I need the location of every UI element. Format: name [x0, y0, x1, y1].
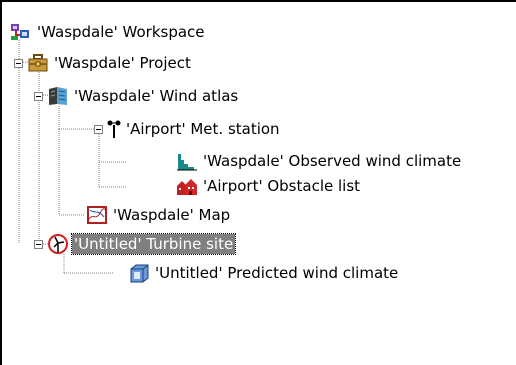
tree-item-label: 'Airport' Met. station — [126, 120, 280, 138]
tree-item-observed-wind-climate[interactable]: 'Waspdale' Observed wind climate — [176, 149, 463, 173]
tree-item-workspace[interactable]: 'Waspdale' Workspace — [10, 20, 207, 44]
histogram-icon — [176, 151, 198, 171]
project-tree-view[interactable]: 'Waspdale' Workspace 'Waspdale' Project … — [0, 0, 516, 365]
collapse-toggle[interactable] — [94, 124, 103, 134]
briefcase-icon — [27, 53, 49, 73]
workspace-icon — [10, 22, 32, 42]
tree-item-wind-atlas[interactable]: 'Waspdale' Wind atlas — [34, 84, 240, 108]
tree-item-obstacle-list[interactable]: 'Airport' Obstacle list — [176, 174, 362, 198]
tree-item-label: 'Waspdale' Observed wind climate — [203, 152, 462, 170]
tree-item-label: 'Airport' Obstacle list — [203, 177, 361, 195]
tree-item-label: 'Waspdale' Workspace — [37, 23, 205, 41]
turbine-icon — [47, 234, 69, 254]
anemometer-icon — [107, 119, 121, 139]
collapse-toggle[interactable] — [34, 91, 43, 101]
book-icon — [47, 86, 69, 106]
tree-item-label: 'Waspdale' Map — [113, 206, 231, 224]
tree-item-label: 'Waspdale' Project — [54, 54, 191, 72]
tree-item-turbine-site[interactable]: 'Untitled' Turbine site — [34, 232, 237, 256]
tree-item-label: 'Waspdale' Wind atlas — [74, 87, 239, 105]
buildings-icon — [176, 176, 198, 196]
collapse-toggle[interactable] — [14, 58, 23, 68]
tree-item-met-station[interactable]: 'Airport' Met. station — [94, 117, 282, 141]
tree-item-label: 'Untitled' Turbine site — [70, 233, 237, 255]
tree-item-map[interactable]: 'Waspdale' Map — [86, 203, 232, 227]
map-icon — [86, 205, 108, 225]
tree-item-label: 'Untitled' Predicted wind climate — [155, 264, 399, 282]
collapse-toggle[interactable] — [34, 239, 43, 249]
tree-item-predicted-wind-climate[interactable]: 'Untitled' Predicted wind climate — [128, 261, 400, 285]
tree-item-project[interactable]: 'Waspdale' Project — [14, 51, 193, 75]
predicted-climate-icon — [128, 263, 150, 283]
